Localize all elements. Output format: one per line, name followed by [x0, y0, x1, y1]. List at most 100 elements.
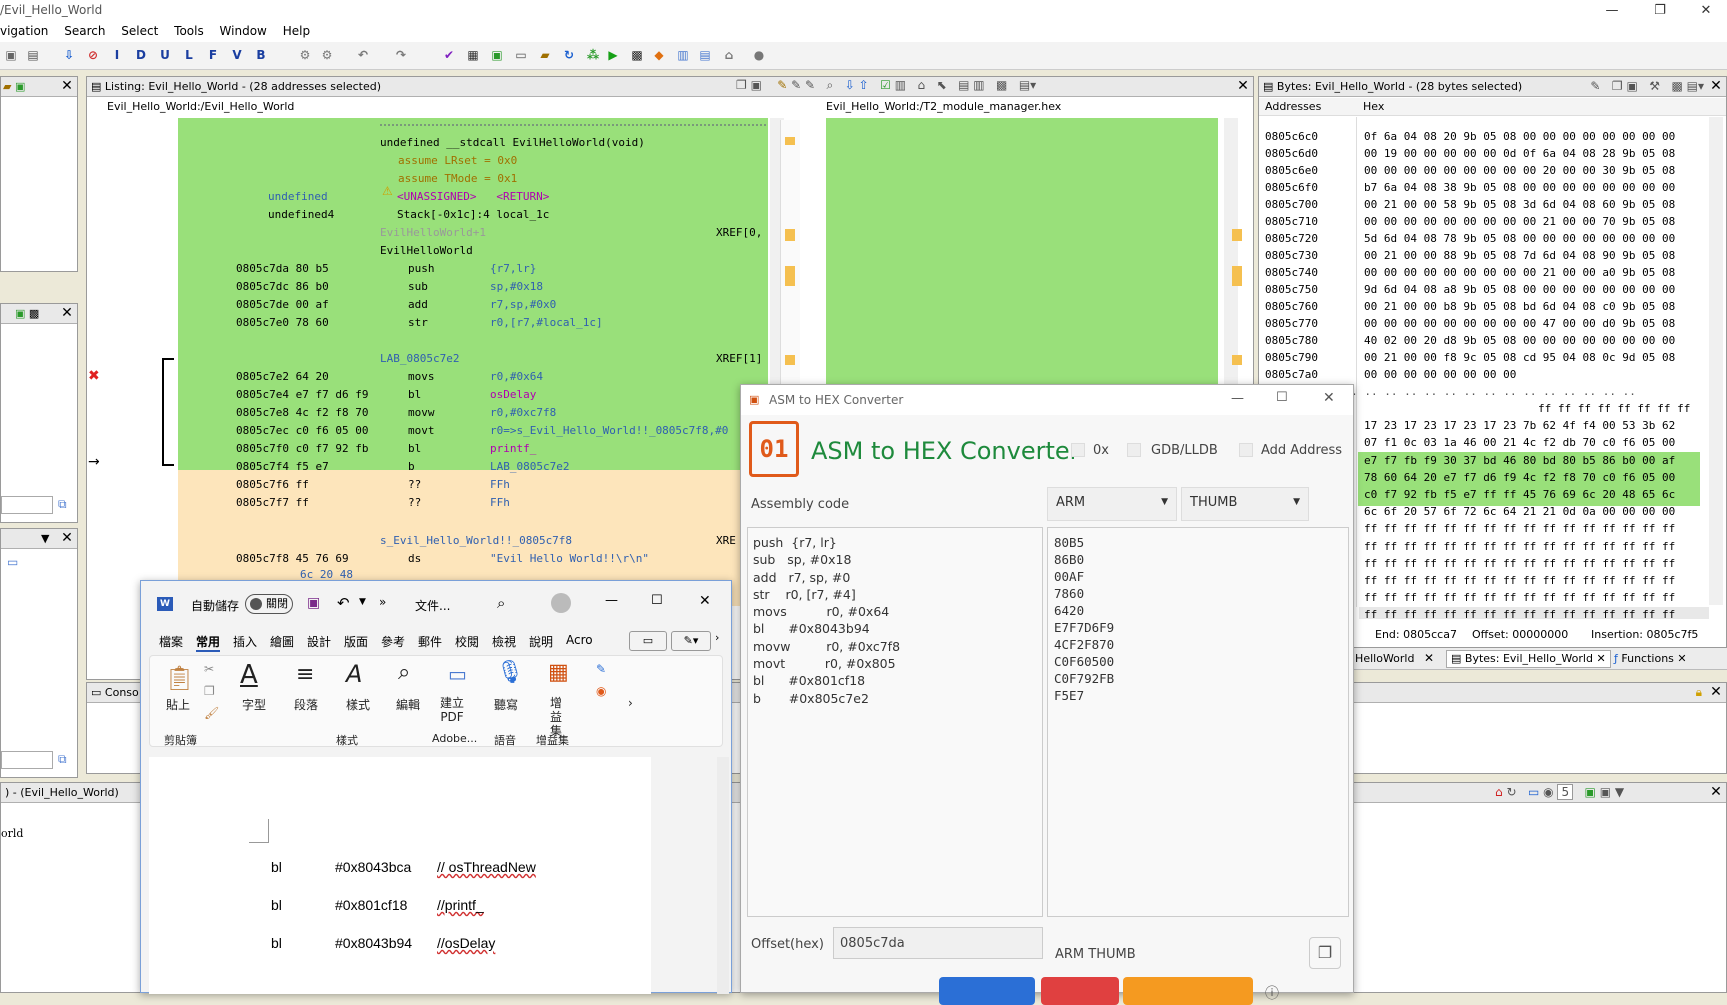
- search-icon[interactable]: ⌕: [827, 78, 834, 92]
- listing-line[interactable]: bl: [408, 442, 421, 455]
- word-tab[interactable]: 校閱: [455, 633, 479, 650]
- close-icon[interactable]: ✕: [1708, 78, 1724, 94]
- bytes-address[interactable]: 0805c760: [1265, 300, 1318, 317]
- listing-line[interactable]: assume TMode = 0x1: [398, 172, 517, 185]
- close-icon[interactable]: ✕: [1686, 0, 1726, 22]
- layout-icon[interactable]: ▤: [958, 78, 969, 92]
- folder-icon[interactable]: ▰: [3, 80, 11, 93]
- listing-line[interactable]: ds: [408, 552, 421, 565]
- addins-icon[interactable]: ▦: [548, 660, 569, 685]
- listing-line[interactable]: push: [408, 262, 435, 275]
- listing-line[interactable]: add: [408, 298, 428, 311]
- listing-line[interactable]: 0805c7f0 c0 f7 92 fb: [236, 442, 368, 455]
- checkbox-icon[interactable]: ☑: [880, 78, 891, 92]
- search-icon[interactable]: ⌕: [497, 594, 505, 612]
- word-tab[interactable]: 常用: [196, 633, 221, 652]
- menu-help[interactable]: Help: [277, 22, 316, 40]
- menu-window[interactable]: Window: [214, 22, 273, 40]
- diamond-icon[interactable]: ◆: [652, 47, 666, 63]
- listing-line[interactable]: 0805c7f8 45 76 69: [236, 552, 349, 565]
- bytes-hex[interactable]: 00 21 00 00 58 9b 05 08 3d 6d 04 08 60 9…: [1364, 198, 1675, 215]
- listing-line[interactable]: 0805c7f6 ff: [236, 478, 309, 491]
- word-tab[interactable]: 說明: [529, 633, 553, 650]
- mode-select[interactable]: THUMB ▼: [1181, 487, 1309, 521]
- listing-line[interactable]: XREF[1]: [716, 352, 762, 365]
- toolbar-i[interactable]: I: [110, 47, 124, 63]
- help-icon[interactable]: ●: [752, 47, 766, 63]
- pdf-icon[interactable]: ▭: [448, 662, 467, 686]
- listing-line[interactable]: 0805c7f4 f5 e7: [236, 460, 329, 473]
- bytes-hex[interactable]: 00 00 00 00 00 00 00 00 00 47 00 00 d0 9…: [1364, 317, 1675, 334]
- listing-line[interactable]: 0805c7e8 4c f2 f8 70: [236, 406, 368, 419]
- listing-line[interactable]: 0805c7e2 64 20: [236, 370, 329, 383]
- bytes-hex[interactable]: 40 02 00 20 d8 9b 05 08 00 00 00 00 00 0…: [1364, 334, 1675, 351]
- bytes-hex[interactable]: 5d 6d 04 08 78 9b 05 08 00 00 00 00 00 0…: [1364, 232, 1675, 249]
- word-tab[interactable]: 繪圖: [270, 633, 294, 650]
- tool-icon[interactable]: ⚙: [298, 47, 312, 63]
- listing-line[interactable]: undefined __stdcall EvilHelloWorld(void): [380, 136, 645, 149]
- close-icon[interactable]: ✕: [699, 593, 711, 609]
- bytes-hex[interactable]: ff ff ff ff ff ff ff ff: [1538, 402, 1690, 419]
- maximize-icon[interactable]: ☐: [651, 593, 663, 608]
- about-icon[interactable]: ⓘ: [1265, 983, 1279, 1003]
- bytes-address[interactable]: 0805c730: [1265, 249, 1318, 266]
- maximize-icon[interactable]: ☐: [1276, 390, 1288, 405]
- toolbar-b[interactable]: B: [254, 47, 268, 63]
- listing-line[interactable]: <UNASSIGNED> <RETURN>: [397, 190, 549, 203]
- listing-line[interactable]: movs: [408, 370, 435, 383]
- cut-icon[interactable]: ✂: [204, 662, 214, 676]
- edit3-icon[interactable]: ✎: [805, 78, 815, 92]
- listing-line[interactable]: movt: [408, 424, 435, 437]
- bytes-address[interactable]: 0805c6d0: [1265, 147, 1318, 164]
- minimize-icon[interactable]: —: [1231, 391, 1244, 406]
- bytes-address[interactable]: 0805c740: [1265, 266, 1318, 283]
- bytes-hex[interactable]: 00 00 00 00 00 00 00 00: [1364, 368, 1516, 385]
- close-icon[interactable]: ✕: [1235, 78, 1251, 94]
- bytes-address[interactable]: 0805c750: [1265, 283, 1318, 300]
- tab-functions[interactable]: ƒ Functions ✕: [1614, 652, 1687, 665]
- bytes-hex[interactable]: 00 00 00 00 00 00 00 00 00 20 00 00 30 9…: [1364, 164, 1675, 181]
- paste-icon[interactable]: ▣: [1626, 79, 1637, 93]
- wrench-icon[interactable]: ⚒: [1649, 79, 1660, 93]
- chip-icon[interactable]: ▩: [630, 47, 644, 63]
- listing-line[interactable]: 0805c7e4 e7 f7 d6 f9: [236, 388, 368, 401]
- refresh-icon[interactable]: ↻: [1506, 785, 1516, 799]
- network-icon[interactable]: ⌂: [722, 47, 736, 63]
- close-icon[interactable]: ✕: [59, 530, 75, 546]
- bytes-hex[interactable]: 00 21 00 00 88 9b 05 08 7d 6d 04 08 90 9…: [1364, 249, 1675, 266]
- stop-icon[interactable]: ⊘: [86, 47, 100, 63]
- tree-icon[interactable]: ⁂: [586, 47, 600, 63]
- autosave-toggle[interactable]: 關閉: [245, 594, 293, 614]
- chevron-right-icon[interactable]: ›: [715, 631, 719, 644]
- listing-line[interactable]: 0805c7da 80 b5: [236, 262, 329, 275]
- grid-icon[interactable]: ▦: [466, 47, 480, 63]
- chevron-down-icon[interactable]: ▼: [41, 532, 49, 545]
- close-icon[interactable]: ✕: [59, 78, 75, 94]
- export-icon[interactable]: ▣: [490, 47, 504, 63]
- listing-line[interactable]: r7,sp,#0x0: [490, 298, 556, 311]
- find-icon[interactable]: ⌕: [398, 660, 410, 685]
- bytes-address[interactable]: 0805c720: [1265, 232, 1318, 249]
- tab-helloworld[interactable]: lHelloWorld: [1352, 652, 1414, 665]
- toolbar-v[interactable]: V: [230, 47, 244, 63]
- bytes-hex[interactable]: 17 23 17 23 17 23 17 23 7b 62 4f f4 00 5…: [1364, 419, 1675, 436]
- bytes-hex[interactable]: 0f 6a 04 08 20 9b 05 08 00 00 00 00 00 0…: [1364, 130, 1675, 147]
- paste-icon[interactable]: ▣: [751, 78, 762, 92]
- listing-line[interactable]: movw: [408, 406, 435, 419]
- listing-line[interactable]: bl: [408, 388, 421, 401]
- clear-button[interactable]: [1041, 977, 1119, 1005]
- listing-line[interactable]: printf_: [490, 442, 536, 455]
- listing-line[interactable]: 0805c7e0 78 60: [236, 316, 329, 329]
- filter-input[interactable]: [1, 751, 53, 769]
- word-tab[interactable]: 設計: [307, 633, 331, 650]
- bytes-address[interactable]: 0805c700: [1265, 198, 1318, 215]
- listing-line[interactable]: b: [408, 460, 415, 473]
- menu-navigation[interactable]: vigation: [0, 22, 54, 40]
- word-tab[interactable]: Acro: [566, 633, 593, 647]
- copy-icon[interactable]: ❐: [1309, 937, 1341, 969]
- bytes-hex[interactable]: ff ff ff ff ff ff ff ff ff ff ff ff ff f…: [1364, 574, 1675, 591]
- bytes-hex[interactable]: c0 f7 92 fb f5 e7 ff ff 45 76 69 6c 20 4…: [1364, 488, 1675, 505]
- refresh-icon[interactable]: ↻: [562, 47, 576, 63]
- listing-line[interactable]: undefined4: [268, 208, 334, 221]
- toolbar-u[interactable]: U: [158, 47, 172, 63]
